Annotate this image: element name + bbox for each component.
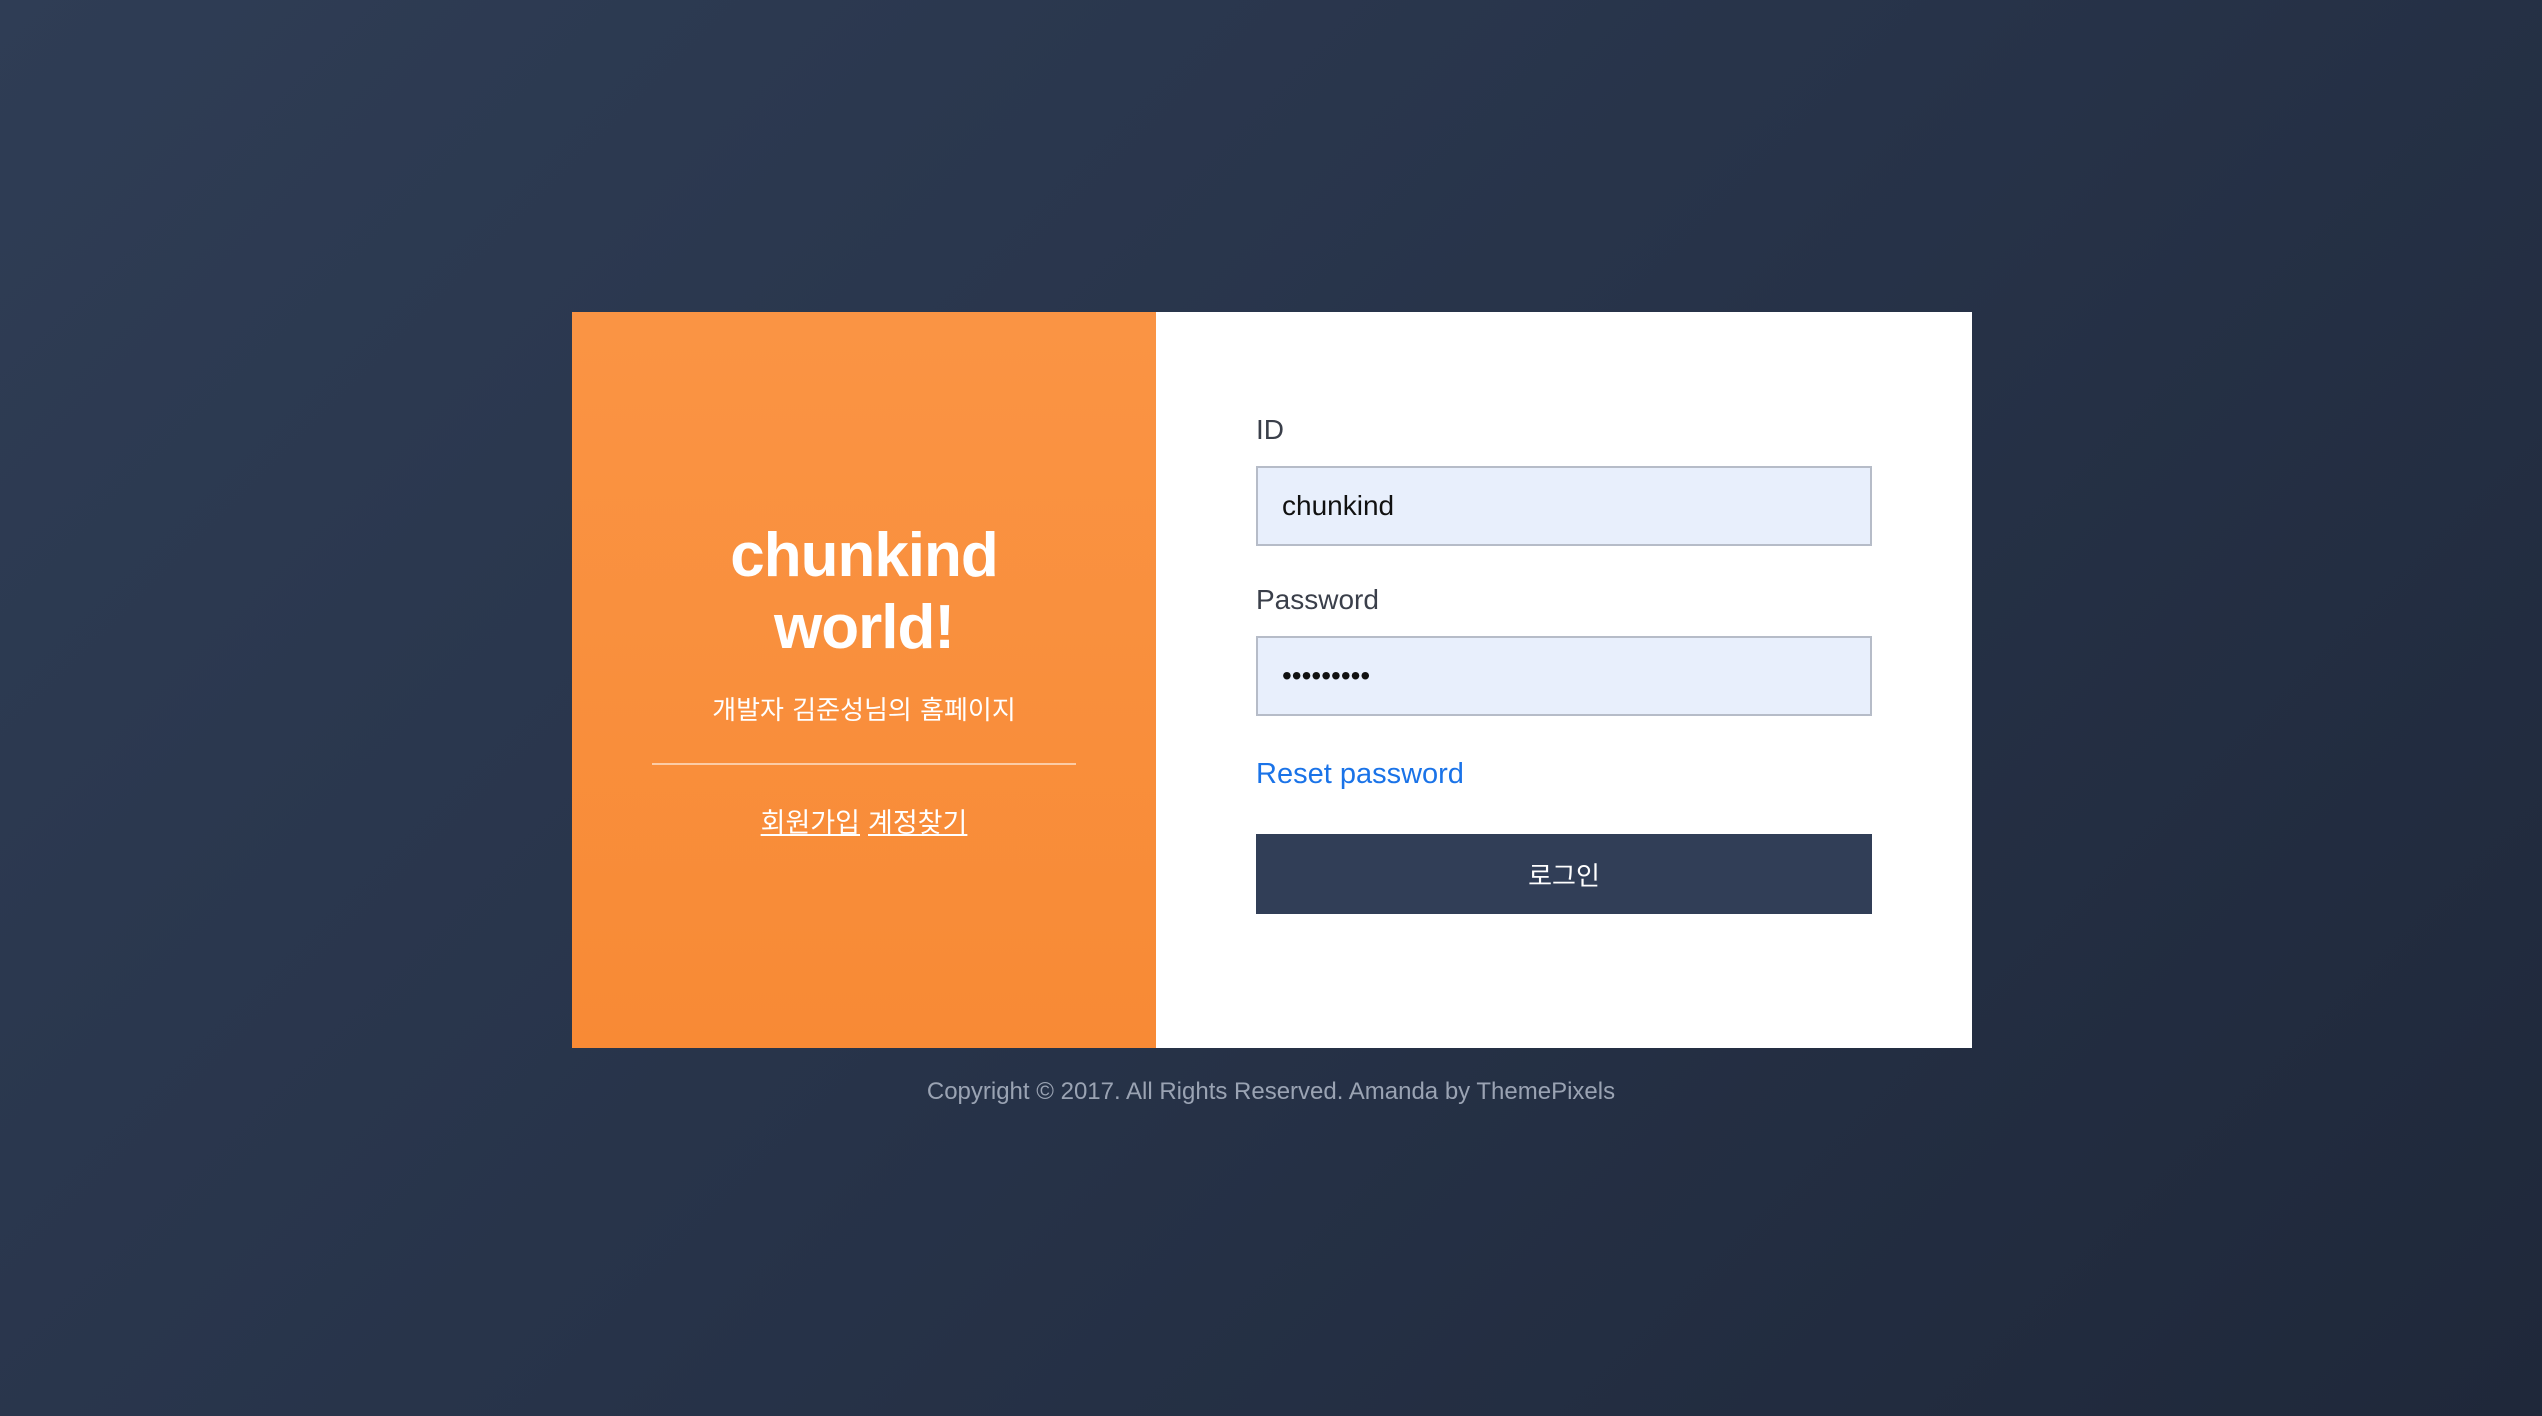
brand-title-line2: world! — [774, 593, 955, 662]
brand-title: chunkind world! — [730, 520, 999, 664]
password-input[interactable] — [1256, 636, 1872, 716]
signup-link[interactable]: 회원가입 — [761, 801, 860, 840]
brand-panel: chunkind world! 개발자 김준성님의 홈페이지 회원가입 계정찾기 — [572, 312, 1156, 1048]
reset-password-link[interactable]: Reset password — [1256, 756, 1972, 792]
brand-title-line1: chunkind — [730, 521, 999, 590]
password-label: Password — [1256, 584, 1379, 615]
brand-divider — [652, 763, 1076, 765]
brand-subtitle: 개발자 김준성님의 홈페이지 — [712, 696, 1016, 726]
id-input[interactable] — [1256, 466, 1872, 546]
id-label: ID — [1256, 414, 1284, 445]
footer-copyright: Copyright © 2017. All Rights Reserved. A… — [926, 1078, 1616, 1105]
login-button[interactable]: 로그인 — [1256, 834, 1872, 914]
field-spacer — [1256, 546, 1972, 584]
login-card: chunkind world! 개발자 김준성님의 홈페이지 회원가입 계정찾기… — [572, 312, 1972, 1048]
find-account-link[interactable]: 계정찾기 — [868, 801, 967, 840]
login-form: ID Password Reset password 로그인 — [1156, 312, 1972, 1048]
brand-links: 회원가입 계정찾기 — [761, 801, 968, 840]
